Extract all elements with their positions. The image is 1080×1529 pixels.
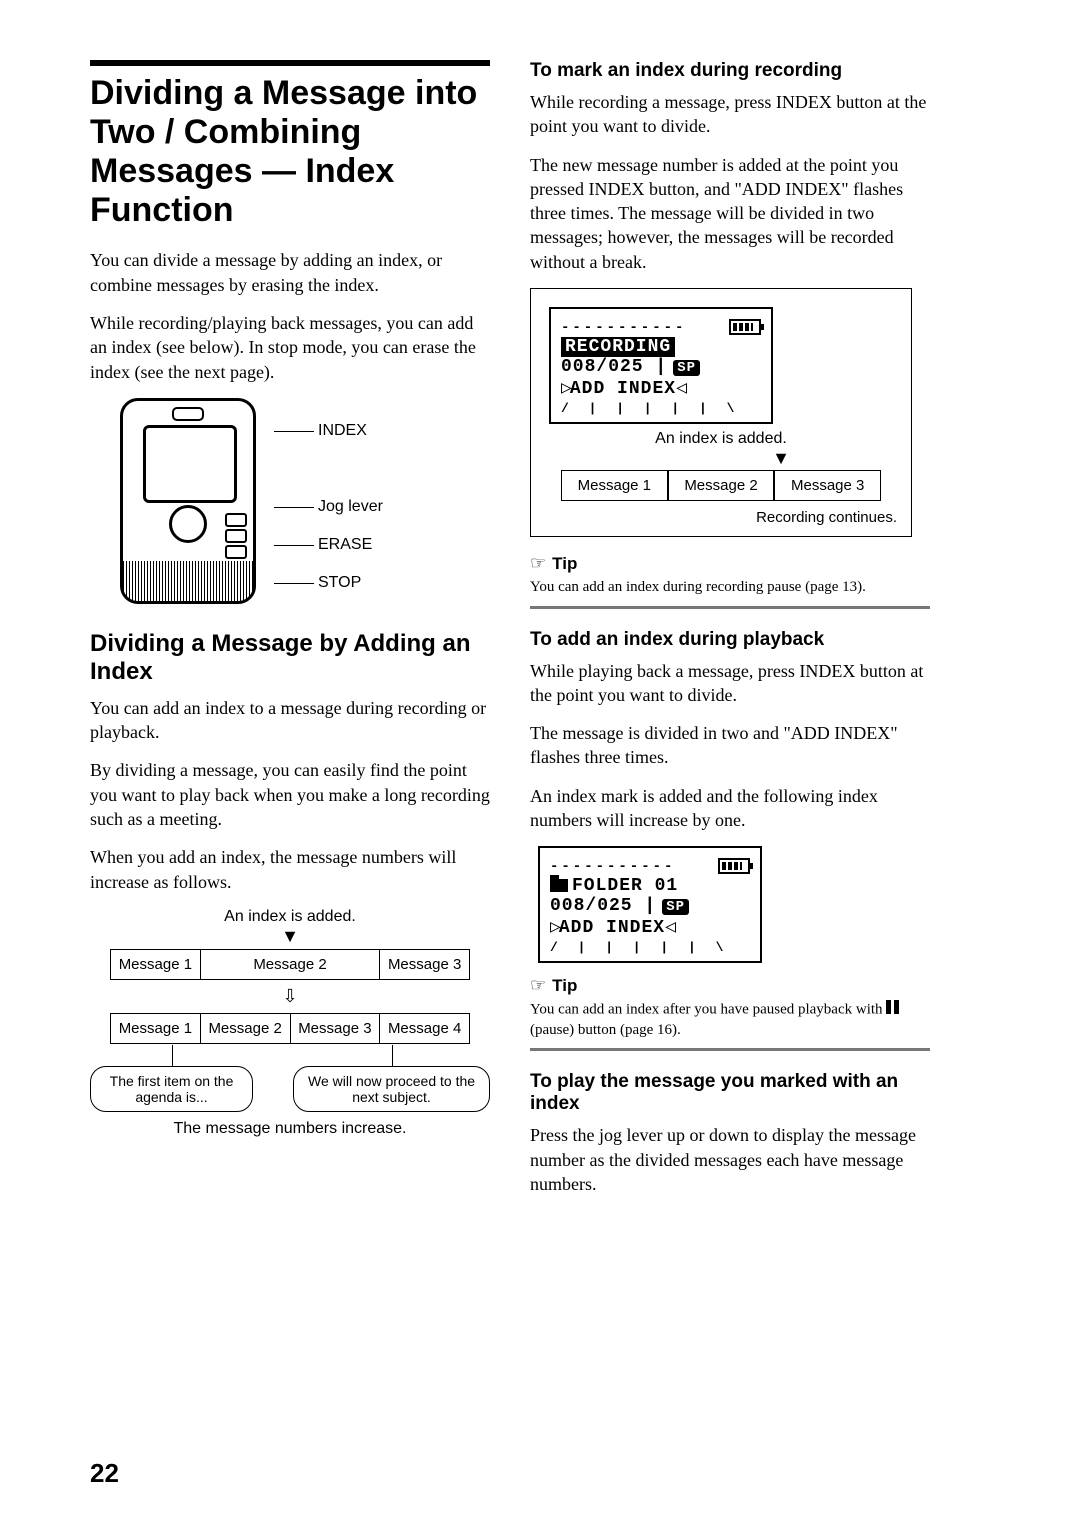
message-table-before: Message 1 Message 2 Message 3 ⇩ Message … [110,949,470,1044]
tip-2-text: You can add an index after you have paus… [530,1000,930,1040]
lcd-counter: 008/025 [550,896,633,916]
msg-cell: Message 3 [290,1013,380,1043]
tip-divider [530,1048,930,1051]
lcd-add-index: ADD INDEX [559,918,665,938]
intro-paragraph-1: You can divide a message by adding an in… [90,248,490,297]
label-jog: Jog lever [274,498,383,516]
lcd-line-recording: RECORDING [561,337,675,357]
arrow-down-icon: ▼ [90,926,490,947]
tip2-part-b: (pause) button (page 16). [530,1022,681,1038]
callout-bubble-1: The first item on the agenda is... [90,1066,253,1112]
device-callout-labels: INDEX Jog lever ERASE STOP [274,398,383,604]
msg-cell: Message 4 [380,1013,470,1043]
msg-cell: Message 2 [668,470,775,501]
play-p2: The message is divided in two and "ADD I… [530,721,930,770]
msg-cell: Message 2 [200,1013,290,1043]
tip-label: Tip [552,976,577,996]
table-row: Message 1 Message 2 Message 3 Message 4 [111,1013,470,1043]
msg-cell: Message 2 [200,949,380,979]
tip-1-text: You can add an index during recording pa… [530,578,930,598]
label-index: INDEX [274,422,383,440]
battery-icon [729,319,761,335]
arrow-left-icon: ▷ [550,918,559,938]
label-erase: ERASE [274,536,383,554]
title-rule [90,60,490,66]
heading-add-playback: To add an index during playback [530,629,930,651]
msg-cell: Message 1 [111,1013,201,1043]
recording-diagram: ----------- RECORDING 008/025 |SP ▷ADD I… [530,288,912,537]
table-row: Message 1 Message 2 Message 3 [111,949,470,979]
manual-page: Dividing a Message into Two / Combining … [0,0,1080,1529]
battery-icon [718,858,750,874]
lcd-dashes: ----------- [561,320,686,336]
diagram-caption-top: An index is added. [90,908,490,926]
heading-play-marked: To play the message you marked with an i… [530,1071,930,1115]
section2-p2: By dividing a message, you can easily fi… [90,758,490,831]
msg-cell: Message 3 [774,470,881,501]
callout-bubble-2: We will now proceed to the next subject. [293,1066,490,1112]
lcd-ticks: / | | | | | \ [550,940,750,955]
play-p1: While playing back a message, press INDE… [530,659,930,708]
split-arrow-icon: ⇩ [200,979,380,1013]
tip2-part-a: You can add an index after you have paus… [530,1002,886,1018]
index-added-label: An index is added. [541,430,901,448]
lcd-recording: ----------- RECORDING 008/025 |SP ▷ADD I… [549,307,773,424]
arrow-right-icon: ◁ [665,918,674,938]
play-p3: An index mark is added and the following… [530,784,930,833]
tip-divider [530,606,930,609]
hand-point-icon: ☞ [530,975,546,996]
device-figure: INDEX Jog lever ERASE STOP [120,398,490,604]
msg-cell: Message 1 [111,949,201,979]
heading-mark-recording: To mark an index during recording [530,60,930,82]
arrow-down-icon: ▼ [661,448,901,469]
device-illustration [120,398,256,604]
message-row: Message 1 Message 2 Message 3 [561,470,881,501]
label-stop: STOP [274,574,383,592]
tip-row: ☞ Tip [530,553,930,574]
pause-icon [886,1000,902,1021]
section2-p3: When you add an index, the message numbe… [90,845,490,894]
right-column: To mark an index during recording While … [530,60,930,1210]
lcd-add-index: ADD INDEX [570,379,676,399]
sp-badge: SP [673,360,700,376]
hand-point-icon: ☞ [530,553,546,574]
diagram-caption-bottom: The message numbers increase. [90,1120,490,1138]
lcd-counter: 008/025 [561,357,644,377]
rec-p1: While recording a message, press INDEX b… [530,90,930,139]
playmsg-p1: Press the jog lever up or down to displa… [530,1123,930,1196]
lcd-playback: ----------- FOLDER 01 008/025 |SP ▷ADD I… [538,846,762,963]
page-number: 22 [90,1458,119,1489]
lcd-folder-line: FOLDER 01 [572,876,678,896]
tip-label: Tip [552,554,577,574]
folder-icon [550,879,568,892]
callout-row: The first item on the agenda is... We wi… [90,1066,490,1112]
msg-cell: Message 3 [380,949,470,979]
arrow-left-icon: ▷ [561,379,570,399]
sp-badge: SP [662,899,689,915]
rec-p2: The new message number is added at the p… [530,153,930,274]
lcd-dashes: ----------- [550,859,675,875]
lcd-ticks: / | | | | | \ [561,401,761,416]
page-title: Dividing a Message into Two / Combining … [90,74,490,230]
tip-row: ☞ Tip [530,975,930,996]
recording-continues-label: Recording continues. [541,509,897,526]
section2-p1: You can add an index to a message during… [90,696,490,745]
msg-cell: Message 1 [561,470,668,501]
arrow-right-icon: ◁ [676,379,685,399]
left-column: Dividing a Message into Two / Combining … [90,60,490,1210]
section-dividing-title: Dividing a Message by Adding an Index [90,630,490,686]
intro-paragraph-2: While recording/playing back messages, y… [90,311,490,384]
